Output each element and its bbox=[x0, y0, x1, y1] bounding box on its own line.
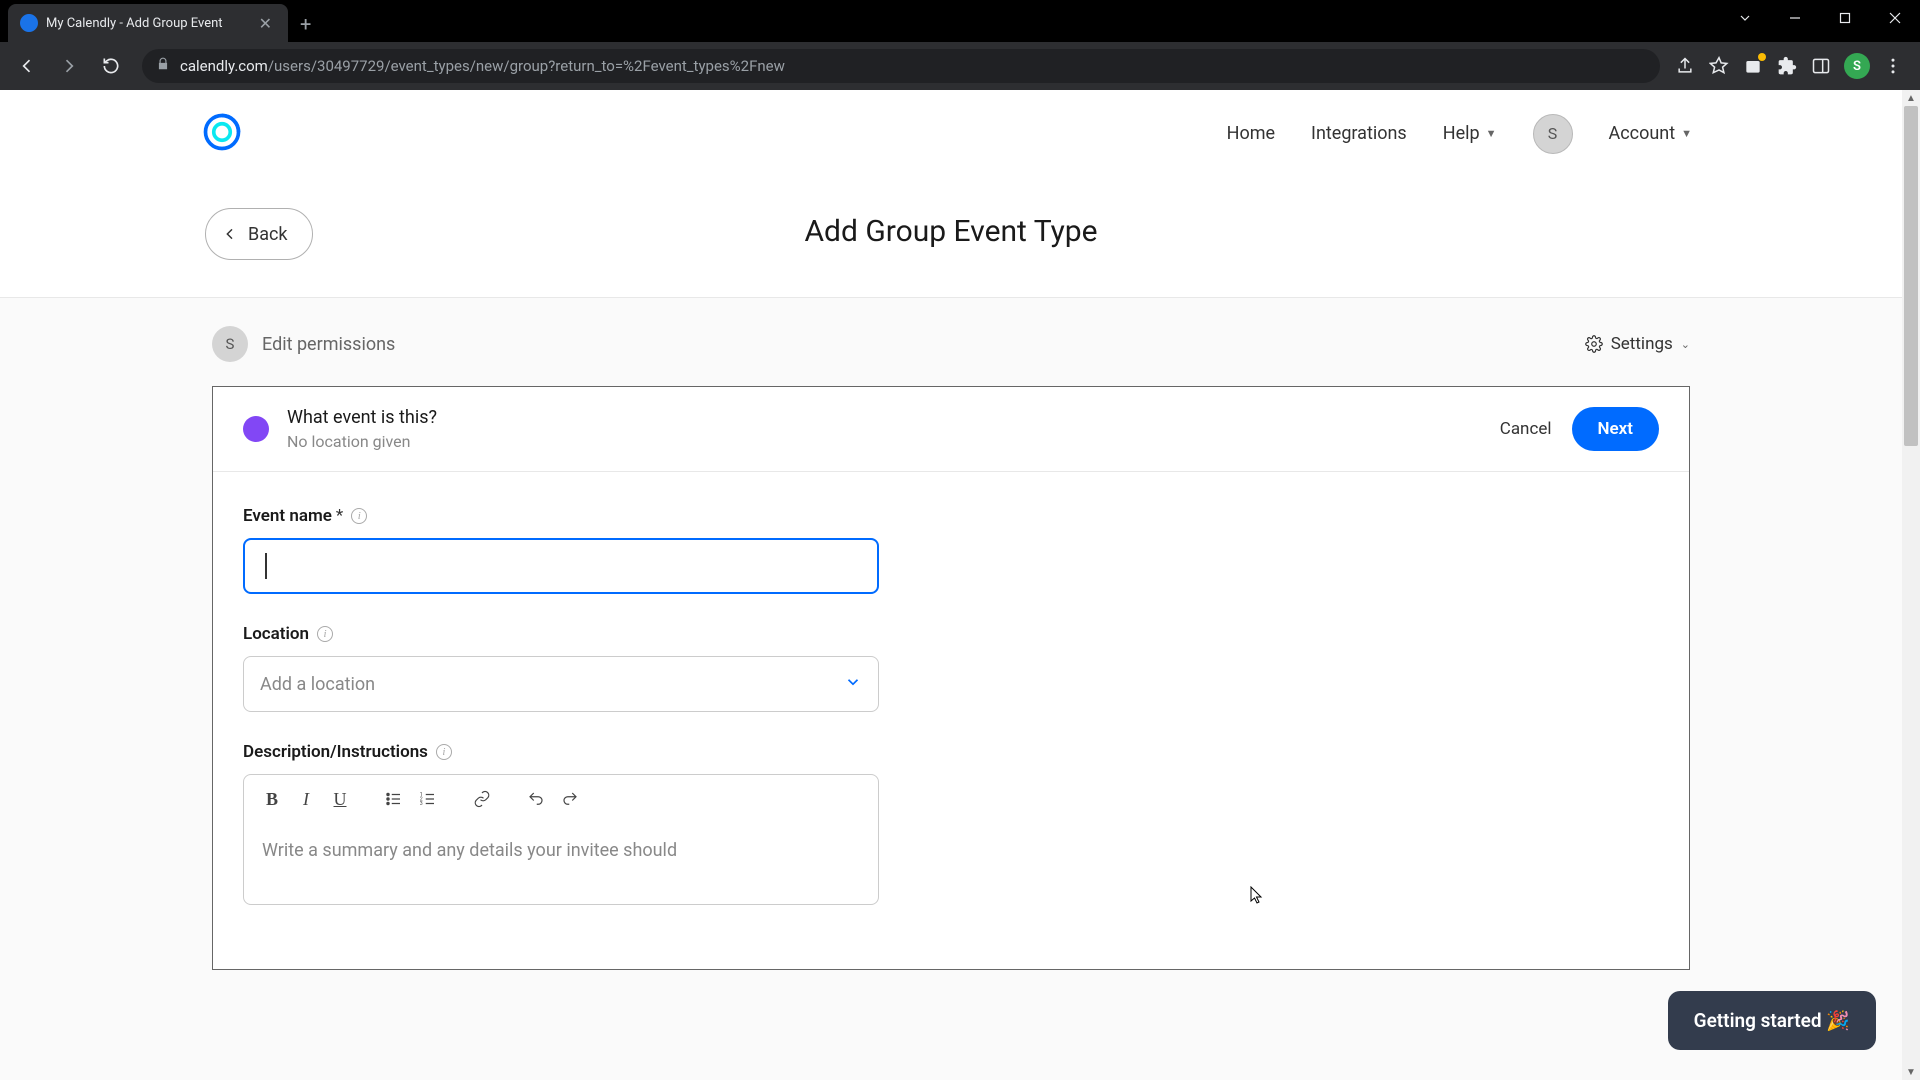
window-controls bbox=[1720, 0, 1920, 36]
window-minimize-icon[interactable] bbox=[1770, 0, 1820, 36]
tab-close-icon[interactable]: ✕ bbox=[255, 12, 276, 35]
scrollbar-down-icon[interactable]: ▼ bbox=[1902, 1064, 1920, 1080]
event-name-label: Event name bbox=[243, 506, 332, 526]
location-placeholder: Add a location bbox=[260, 674, 375, 695]
new-tab-button[interactable]: + bbox=[288, 6, 323, 42]
url-field[interactable]: calendly.com/users/30497729/event_types/… bbox=[142, 49, 1660, 83]
edit-permissions-link[interactable]: Edit permissions bbox=[262, 334, 395, 355]
location-field: Location i Add a location bbox=[243, 624, 879, 712]
next-button[interactable]: Next bbox=[1572, 407, 1660, 451]
rte-numbered-list-button[interactable]: 123 bbox=[412, 783, 444, 815]
nav-help-label: Help bbox=[1443, 123, 1480, 144]
scrollbar-thumb[interactable] bbox=[1904, 106, 1918, 446]
nav-back-icon[interactable] bbox=[10, 49, 44, 83]
scrollbar-up-icon[interactable]: ▲ bbox=[1902, 90, 1920, 106]
nav-integrations[interactable]: Integrations bbox=[1311, 123, 1407, 144]
address-bar: calendly.com/users/30497729/event_types/… bbox=[0, 42, 1920, 90]
rte-bold-button[interactable]: B bbox=[256, 783, 288, 815]
mouse-cursor-icon bbox=[1250, 886, 1264, 906]
viewport: ▲ ▼ Home Integrations Help ▼ S Account ▼… bbox=[0, 90, 1920, 1080]
chevron-down-icon: ▼ bbox=[1681, 127, 1692, 140]
rte-redo-button[interactable] bbox=[554, 783, 586, 815]
nav-reload-icon[interactable] bbox=[94, 49, 128, 83]
window-maximize-icon[interactable] bbox=[1820, 0, 1870, 36]
profile-avatar[interactable]: S bbox=[1844, 53, 1870, 79]
calendly-favicon-icon bbox=[20, 14, 38, 32]
calendly-logo-icon[interactable] bbox=[200, 110, 244, 158]
description-field: Description/Instructions i B I U 123 bbox=[243, 742, 879, 905]
event-card: What event is this? No location given Ca… bbox=[212, 386, 1690, 970]
location-label: Location bbox=[243, 624, 309, 644]
content-area: S Edit permissions Settings ⌄ What event… bbox=[0, 298, 1902, 1080]
rich-text-editor: B I U 123 bbox=[243, 774, 879, 905]
bookmark-star-icon[interactable] bbox=[1708, 55, 1730, 77]
chevron-left-icon bbox=[222, 226, 238, 242]
nav-help[interactable]: Help ▼ bbox=[1443, 123, 1497, 144]
description-label: Description/Instructions bbox=[243, 742, 428, 762]
window-dropdown-icon[interactable] bbox=[1720, 0, 1770, 36]
top-navigation: Home Integrations Help ▼ S Account ▼ bbox=[0, 90, 1902, 178]
browser-chrome: My Calendly - Add Group Event ✕ + calend… bbox=[0, 0, 1920, 90]
required-star: * bbox=[336, 506, 343, 526]
nav-account-label: Account bbox=[1609, 123, 1676, 144]
getting-started-button[interactable]: Getting started 🎉 bbox=[1668, 991, 1876, 1050]
rte-italic-button[interactable]: I bbox=[290, 783, 322, 815]
info-icon[interactable]: i bbox=[317, 626, 333, 642]
kebab-menu-icon[interactable] bbox=[1882, 55, 1904, 77]
extension-notification-icon[interactable] bbox=[1742, 55, 1764, 77]
scrollbar[interactable]: ▲ ▼ bbox=[1902, 90, 1920, 1080]
extensions-puzzle-icon[interactable] bbox=[1776, 55, 1798, 77]
permissions-row: S Edit permissions Settings ⌄ bbox=[212, 326, 1690, 362]
card-subtitle: No location given bbox=[287, 432, 1500, 451]
event-name-field: Event name * i bbox=[243, 506, 879, 594]
lock-icon bbox=[156, 57, 170, 75]
event-color-swatch[interactable] bbox=[243, 416, 269, 442]
url-domain: calendly.com bbox=[180, 57, 268, 75]
back-button[interactable]: Back bbox=[205, 208, 313, 260]
getting-started-label: Getting started 🎉 bbox=[1694, 1009, 1850, 1032]
window-close-icon[interactable] bbox=[1870, 0, 1920, 36]
settings-button[interactable]: Settings ⌄ bbox=[1585, 334, 1690, 354]
info-icon[interactable]: i bbox=[351, 508, 367, 524]
card-title: What event is this? bbox=[287, 407, 1500, 428]
rte-undo-button[interactable] bbox=[520, 783, 552, 815]
info-icon[interactable]: i bbox=[436, 744, 452, 760]
cancel-button[interactable]: Cancel bbox=[1500, 419, 1552, 439]
chevron-down-icon: ⌄ bbox=[1681, 338, 1690, 351]
rte-bullet-list-button[interactable] bbox=[378, 783, 410, 815]
rte-underline-button[interactable]: U bbox=[324, 783, 356, 815]
rte-toolbar: B I U 123 bbox=[244, 775, 878, 823]
rte-link-button[interactable] bbox=[466, 783, 498, 815]
text-cursor bbox=[265, 553, 267, 579]
nav-avatar[interactable]: S bbox=[1533, 114, 1573, 154]
permissions-avatar: S bbox=[212, 326, 248, 362]
back-button-label: Back bbox=[248, 224, 288, 245]
description-textarea[interactable]: Write a summary and any details your inv… bbox=[244, 823, 878, 904]
chevron-down-icon bbox=[844, 673, 862, 695]
share-icon[interactable] bbox=[1674, 55, 1696, 77]
chevron-down-icon: ▼ bbox=[1486, 127, 1497, 140]
browser-tab[interactable]: My Calendly - Add Group Event ✕ bbox=[8, 4, 288, 42]
nav-forward-icon bbox=[52, 49, 86, 83]
nav-account[interactable]: Account ▼ bbox=[1609, 123, 1693, 144]
nav-home[interactable]: Home bbox=[1227, 123, 1275, 144]
gear-icon bbox=[1585, 335, 1603, 353]
card-header: What event is this? No location given Ca… bbox=[213, 387, 1689, 472]
tab-bar: My Calendly - Add Group Event ✕ + bbox=[0, 0, 1920, 42]
tab-title: My Calendly - Add Group Event bbox=[46, 16, 255, 31]
location-select[interactable]: Add a location bbox=[243, 656, 879, 712]
page-heading-row: Back Add Group Event Type bbox=[0, 178, 1902, 298]
event-name-input[interactable] bbox=[243, 538, 879, 594]
card-body: Event name * i Location i bbox=[213, 472, 1689, 969]
svg-text:3: 3 bbox=[420, 801, 423, 807]
url-path: /users/30497729/event_types/new/group?re… bbox=[268, 57, 785, 75]
sidepanel-icon[interactable] bbox=[1810, 55, 1832, 77]
settings-label: Settings bbox=[1611, 334, 1673, 354]
